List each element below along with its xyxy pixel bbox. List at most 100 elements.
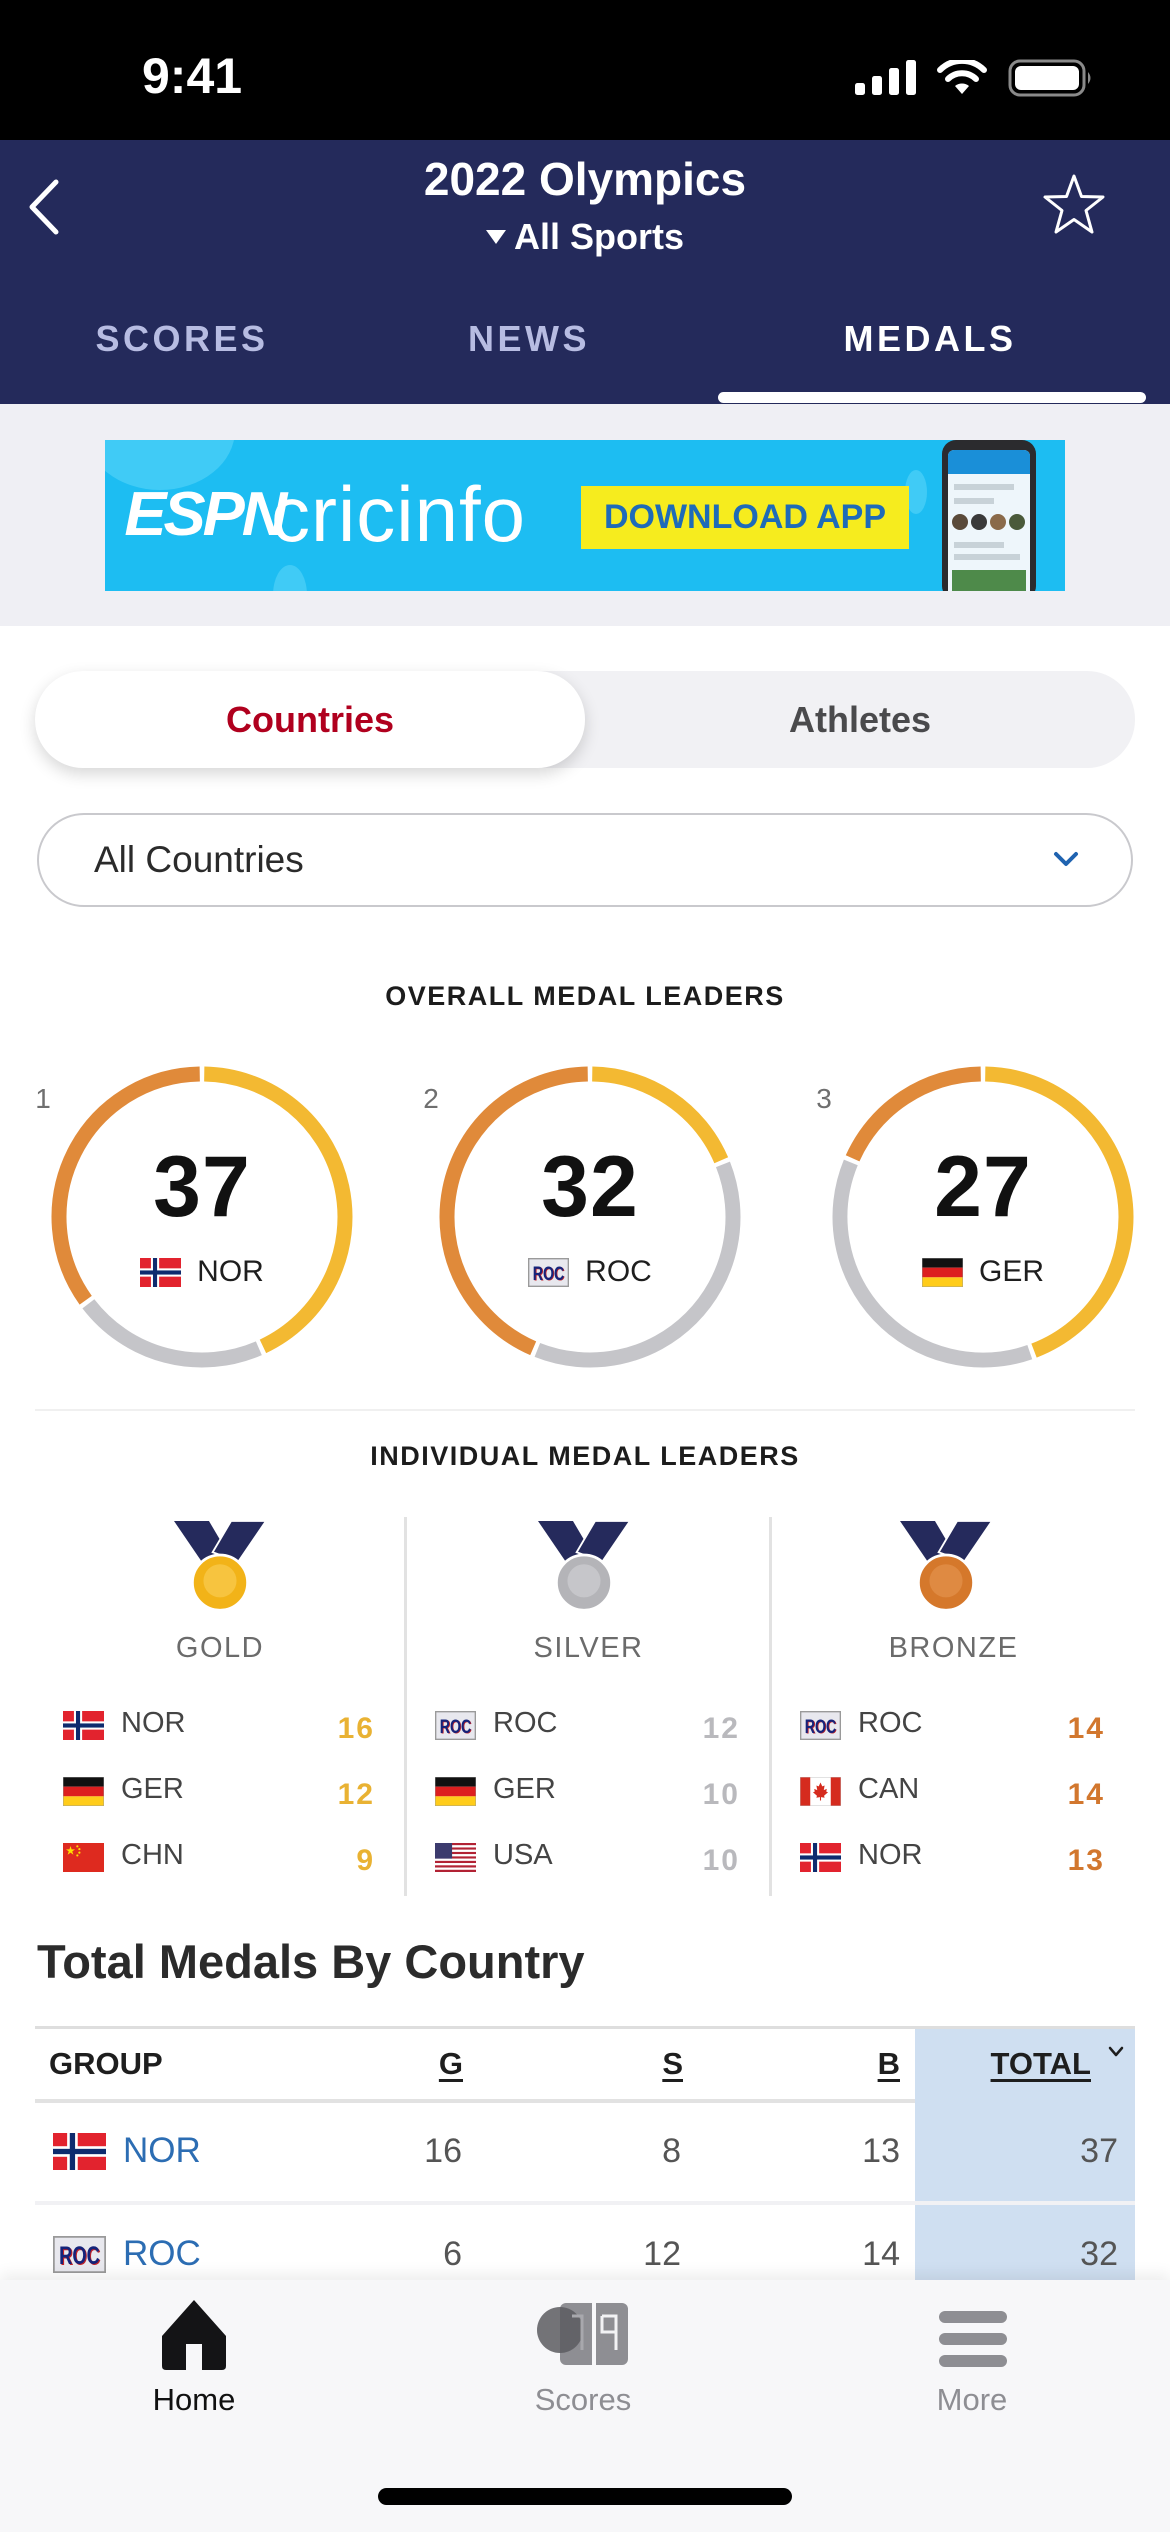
leader-row[interactable]: ROC ROC ROC 14 [772, 1707, 1135, 1747]
tabbar-label: Home [152, 2382, 236, 2417]
header-total-sort[interactable]: TOTAL [951, 2045, 1091, 2083]
medal-count: 12 [702, 1712, 740, 1745]
gold-leaders-column: GOLD NOR 16 GER 12 CHN 9 [35, 1517, 405, 1897]
toggle-countries[interactable]: Countries [35, 671, 585, 768]
flag-roc-icon: ROC ROC [528, 1257, 570, 1287]
toggle-athletes[interactable]: Athletes [585, 671, 1135, 768]
medal-count: 16 [337, 1712, 375, 1745]
leader-country: NOR [47, 1254, 357, 1290]
country-code: ROC [858, 1707, 923, 1739]
flag-chn-icon [63, 1843, 104, 1872]
ad-banner[interactable]: ESPN cricinfo DOWNLOAD APP [105, 440, 1065, 591]
tabbar-scores[interactable]: Scores [433, 2280, 733, 2440]
table-row-country[interactable]: NOR [53, 2131, 201, 2171]
cell-silver: 12 [643, 2235, 681, 2273]
table-header-border [35, 2099, 915, 2103]
leader-row[interactable]: GER 12 [35, 1773, 405, 1813]
country-code: ROC [585, 1255, 652, 1288]
medal-count: 10 [702, 1778, 740, 1811]
medal-count: 10 [702, 1844, 740, 1877]
country-code: GER [121, 1773, 184, 1805]
favorite-star-icon[interactable] [1042, 172, 1106, 238]
overall-leader-card[interactable]: 1 37 NOR [35, 1062, 357, 1372]
home-icon [162, 2300, 226, 2370]
overall-leader-card[interactable]: 3 27 GER [816, 1062, 1138, 1372]
flag-ger-icon [435, 1777, 476, 1806]
leader-row[interactable]: CAN 14 [772, 1773, 1135, 1813]
ad-brand-logo: ESPN [124, 480, 287, 549]
tab-scores[interactable]: SCORES [2, 314, 362, 364]
table-row-border [35, 2201, 1135, 2205]
header-silver-sort[interactable]: S [583, 2045, 683, 2083]
cellular-signal-icon [855, 60, 916, 95]
leader-row[interactable]: NOR 13 [772, 1839, 1135, 1879]
leader-row[interactable]: ROC ROC ROC 12 [407, 1707, 770, 1747]
tabbar-home[interactable]: Home [44, 2280, 344, 2440]
battery-icon [1008, 59, 1091, 97]
flag-nor-icon [63, 1711, 104, 1740]
country-code: NOR [858, 1839, 923, 1871]
flag-usa-icon [435, 1843, 476, 1872]
silver-medal-icon [538, 1521, 630, 1612]
flag-can-icon [800, 1777, 841, 1806]
flag-roc-icon: ROC ROC [53, 2235, 106, 2273]
bronze-medal-icon [900, 1521, 992, 1612]
table-row-country[interactable]: ROC ROC ROC [53, 2234, 201, 2274]
country-filter-value: All Countries [94, 839, 304, 880]
scores-icon [537, 2303, 628, 2365]
svg-text:ROC: ROC [440, 1717, 472, 1738]
status-bar: 9:41 [0, 0, 1170, 140]
flag-ger-icon [921, 1257, 963, 1287]
overall-leader-card[interactable]: 2 32 ROC ROC ROC [423, 1062, 745, 1372]
leader-total: 37 [153, 1139, 251, 1235]
header-gold-sort[interactable]: G [363, 2045, 463, 2083]
tab-news[interactable]: NEWS [349, 314, 709, 364]
cell-silver: 8 [662, 2132, 681, 2170]
leader-total: 32 [541, 1139, 639, 1235]
table-title: Total Medals By Country [37, 1935, 585, 1988]
flag-nor-icon [140, 1257, 182, 1287]
tab-medals[interactable]: MEDALS [750, 314, 1110, 364]
cell-bronze: 13 [862, 2132, 900, 2170]
medal-label: BRONZE [888, 1632, 1019, 1664]
leader-country: GER [828, 1254, 1138, 1290]
header-bronze-sort[interactable]: B [800, 2045, 900, 2083]
country-link[interactable]: ROC [123, 2234, 201, 2274]
leader-row[interactable]: USA 10 [407, 1839, 770, 1879]
bottom-tab-bar: Home Scores More [0, 2280, 1170, 2532]
banner-decoration [273, 565, 307, 591]
menu-icon [939, 2311, 1007, 2367]
chevron-down-icon [1054, 852, 1078, 866]
flag-nor-icon [800, 1843, 841, 1872]
sport-filter-dropdown[interactable]: All Sports [0, 216, 1170, 258]
silver-leaders-column: SILVER ROC ROC ROC 12 GER 10 USA 10 [407, 1517, 770, 1897]
sort-descending-chevron-icon [1108, 2046, 1124, 2057]
phone-mockup-image [942, 440, 1036, 591]
section-divider [35, 1409, 1135, 1411]
country-filter-select[interactable]: All Countries [37, 813, 1133, 907]
ad-download-button[interactable]: DOWNLOAD APP [581, 486, 909, 549]
country-code: NOR [121, 1707, 186, 1739]
country-code: GER [493, 1773, 556, 1805]
country-link[interactable]: NOR [123, 2131, 201, 2171]
leader-row[interactable]: NOR 16 [35, 1707, 405, 1747]
flag-ger-icon [63, 1777, 104, 1806]
page-title: 2022 Olympics [423, 153, 747, 205]
leader-row[interactable]: CHN 9 [35, 1839, 405, 1879]
leader-row[interactable]: GER 10 [407, 1773, 770, 1813]
svg-text:ROC: ROC [59, 2243, 100, 2270]
leader-country: ROC ROC ROC [435, 1254, 745, 1290]
medal-count: 14 [1067, 1778, 1105, 1811]
svg-text:ROC: ROC [805, 1717, 837, 1738]
flag-roc-icon: ROC ROC [435, 1711, 476, 1740]
cell-bronze: 14 [862, 2235, 900, 2273]
leader-total: 27 [934, 1139, 1032, 1235]
tabbar-more[interactable]: More [822, 2280, 1122, 2440]
phone-screen [948, 450, 1030, 591]
country-code: ROC [493, 1707, 558, 1739]
country-code: CAN [858, 1773, 920, 1805]
medal-label: SILVER [533, 1632, 644, 1664]
home-indicator[interactable] [378, 2488, 792, 2505]
cell-total: 32 [1080, 2235, 1118, 2273]
individual-leaders-title: INDIVIDUAL MEDAL LEADERS [370, 1441, 800, 1471]
